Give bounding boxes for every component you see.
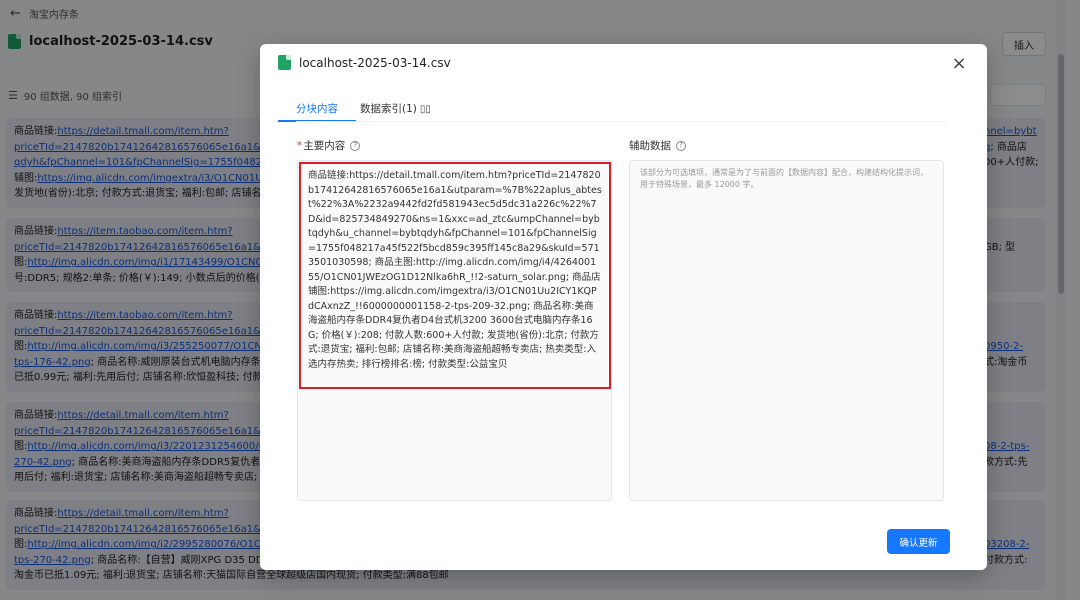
tab-chunk-content[interactable]: 分块内容 xyxy=(278,100,356,122)
help-icon[interactable]: ? xyxy=(350,140,361,151)
book-icon: ▯▯ xyxy=(419,104,431,115)
aux-data-textarea[interactable]: 该部分为可选填项，通常是为了与前面的【数据内容】配合，构建结构化提示词，用于特殊… xyxy=(629,160,944,501)
tab-label: 分块内容 xyxy=(296,103,338,115)
main-content-text[interactable]: 商品链接:https://detail.tmall.com/item.htm?p… xyxy=(299,162,611,389)
close-icon[interactable]: × xyxy=(948,53,970,75)
tab-data-index[interactable]: 数据索引(1) ▯▯ xyxy=(360,100,431,122)
dialog-header: localhost-2025-03-14.csv xyxy=(278,55,451,70)
main-content-label: *主要内容 ? xyxy=(297,138,361,153)
label-text: 主要内容 xyxy=(303,140,346,152)
csv-file-icon xyxy=(278,55,291,70)
tabs-divider xyxy=(296,121,946,122)
help-icon[interactable]: ? xyxy=(676,140,686,151)
required-mark: * xyxy=(297,140,303,152)
aux-data-label: 辅助数据 ? xyxy=(629,138,686,153)
label-text: 辅助数据 xyxy=(629,140,671,152)
edit-chunk-dialog: localhost-2025-03-14.csv × 分块内容 数据索引(1) ▯… xyxy=(260,44,987,570)
confirm-update-button[interactable]: 确认更新 xyxy=(887,529,950,554)
dialog-tabs: 分块内容 数据索引(1) ▯▯ xyxy=(278,100,446,122)
tab-label: 数据索引(1) xyxy=(360,103,417,115)
dialog-title: localhost-2025-03-14.csv xyxy=(299,55,451,70)
